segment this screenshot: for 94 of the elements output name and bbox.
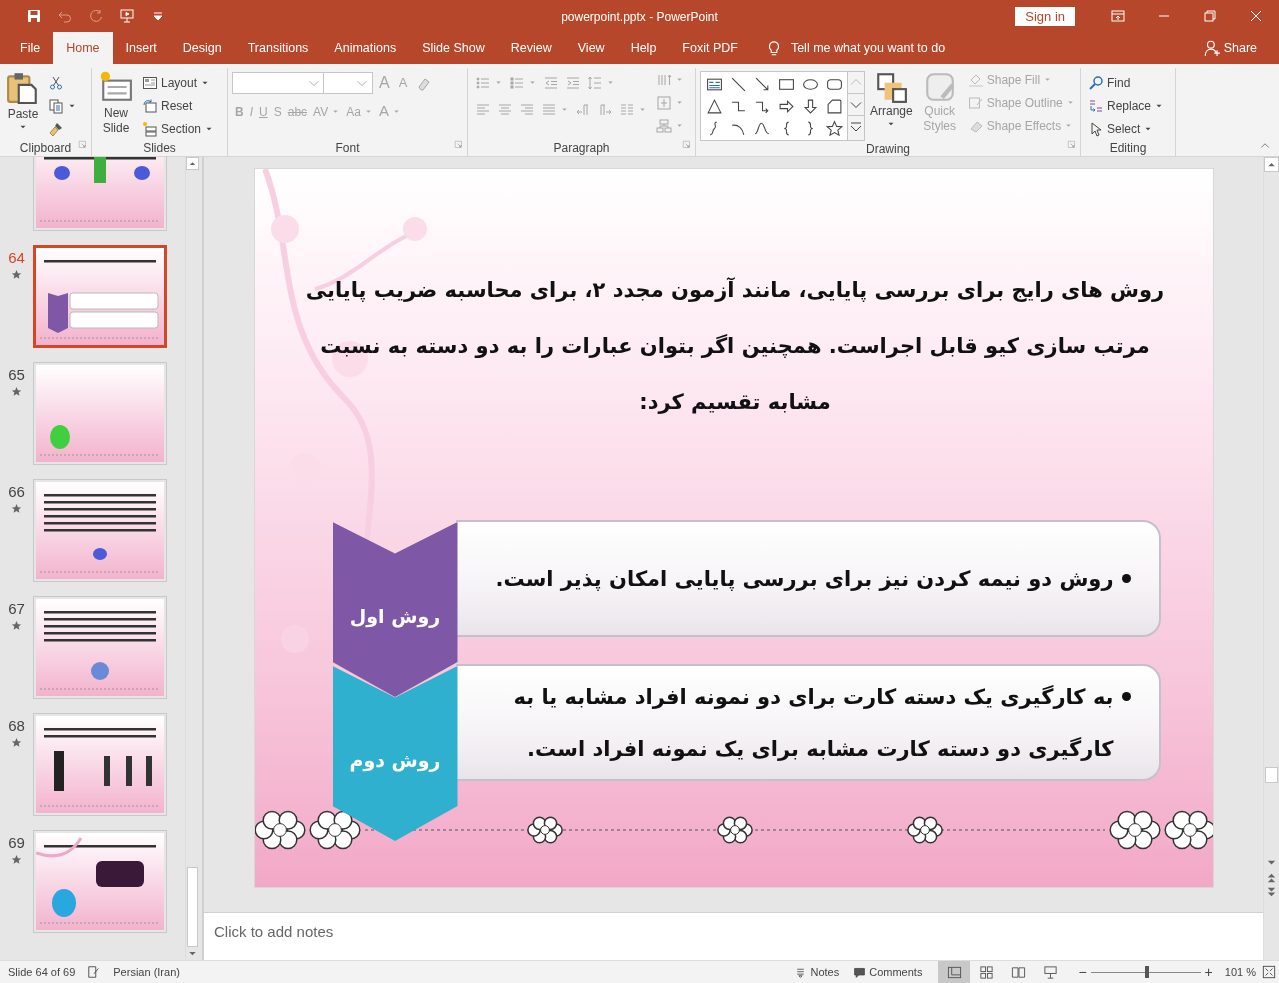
ribbon-tab[interactable]: Home bbox=[53, 32, 113, 64]
slide-sorter-icon bbox=[978, 964, 994, 980]
window-title: powerpoint.pptx - PowerPoint bbox=[561, 9, 718, 26]
notes-field[interactable]: Click to add notes bbox=[204, 912, 1263, 960]
card-shape-icon[interactable] bbox=[825, 97, 843, 115]
slide-option-button[interactable]: Section bbox=[139, 117, 218, 140]
font-size-field[interactable] bbox=[323, 71, 373, 94]
caret-icon bbox=[1064, 121, 1074, 130]
view-button[interactable] bbox=[938, 961, 971, 983]
close-icon[interactable] bbox=[1248, 8, 1264, 24]
share-button[interactable]: Share bbox=[1223, 38, 1257, 58]
language-indicator[interactable]: Persian (Iran) bbox=[113, 963, 180, 981]
sign-in-button[interactable]: Sign in bbox=[1015, 6, 1075, 26]
slide-number: 64 bbox=[8, 250, 25, 266]
zoom-slider-thumb[interactable] bbox=[1144, 966, 1149, 978]
editing-button[interactable]: Select bbox=[1085, 117, 1168, 140]
slide-number: 65 bbox=[8, 367, 25, 383]
step-text: روش دو نیمه کردن نیز برای بررسی پایایی امکان پذیر است. bbox=[495, 565, 1114, 593]
triangle-icon[interactable] bbox=[705, 97, 723, 115]
normal-view-icon bbox=[946, 964, 962, 980]
layout-icon bbox=[142, 74, 158, 91]
arrow-icon[interactable] bbox=[753, 75, 771, 93]
down-arrow-icon[interactable] bbox=[801, 97, 819, 115]
paste-button[interactable]: Paste bbox=[4, 68, 42, 140]
slide-paragraph: روش های رایج برای بررسی پایایی، مانند آزمون مجدد ۲، برای محاسبه ضریب پایایی مرتب سازی کیو قابل اجراست. همچنین اگر بتوان عبارات را به دو دسته به نسبت مشابه تقسیم کرد: bbox=[304, 276, 1166, 416]
replace-icon bbox=[1088, 97, 1104, 114]
fit-to-window-icon[interactable] bbox=[1262, 965, 1276, 979]
copy-icon[interactable] bbox=[48, 97, 64, 114]
cut-icon[interactable] bbox=[48, 74, 64, 91]
star-icon[interactable] bbox=[825, 119, 843, 137]
caret-icon bbox=[363, 107, 373, 116]
ribbon-tab[interactable]: Help bbox=[617, 32, 670, 64]
ribbon-tab[interactable]: Slide Show bbox=[409, 32, 498, 64]
arrange-button[interactable]: Arrange bbox=[868, 68, 915, 141]
editing-button[interactable]: Find bbox=[1085, 71, 1168, 94]
notes-button[interactable]: Notes bbox=[810, 963, 840, 981]
ribbon-tab[interactable]: Design bbox=[169, 32, 235, 64]
group-label: Clipboard bbox=[19, 141, 72, 155]
group-label: Paragraph bbox=[553, 141, 610, 155]
ribbon-tab[interactable]: Foxit PDF bbox=[669, 32, 751, 64]
ribbon-tab[interactable]: Animations bbox=[321, 32, 410, 64]
paste-icon bbox=[6, 70, 40, 104]
ribbon-tab[interactable]: View bbox=[564, 32, 618, 64]
group-label: Editing bbox=[1109, 141, 1147, 155]
format-painter-icon[interactable] bbox=[48, 120, 64, 137]
slideshow-icon bbox=[1042, 964, 1058, 980]
reading-view-icon bbox=[1010, 964, 1026, 980]
scroll-up-icon[interactable] bbox=[1264, 157, 1279, 172]
slide-option-button[interactable]: Reset bbox=[139, 94, 218, 117]
editing-button[interactable]: Replace bbox=[1085, 94, 1168, 117]
slide-counter[interactable]: Slide 64 of 69 bbox=[8, 963, 76, 981]
line-icon[interactable] bbox=[729, 75, 747, 93]
caret-icon bbox=[331, 107, 341, 116]
scrollbar-thumb[interactable] bbox=[1265, 767, 1278, 783]
caret-icon bbox=[391, 107, 401, 116]
zoom-level[interactable]: 101 % bbox=[1224, 963, 1256, 981]
restore-icon[interactable] bbox=[1202, 8, 1218, 24]
ribbon-tab[interactable]: Transitions bbox=[234, 32, 322, 64]
new-slide-icon bbox=[99, 70, 133, 104]
group-label: Slides bbox=[143, 141, 176, 155]
tell-me-field[interactable]: Tell me what you want to do bbox=[790, 38, 946, 58]
person-icon[interactable] bbox=[1202, 39, 1221, 57]
presentation-icon[interactable] bbox=[118, 8, 135, 24]
group-label: Font bbox=[335, 141, 360, 155]
slide-number: 69 bbox=[8, 835, 25, 851]
zoom-in-button[interactable]: + bbox=[1204, 961, 1213, 983]
shape-format-icon bbox=[967, 94, 984, 111]
comments-button[interactable]: Comments bbox=[869, 963, 923, 981]
slide-number: 67 bbox=[8, 601, 25, 617]
ribbon-display-icon[interactable] bbox=[1110, 8, 1126, 24]
slide-option-button[interactable]: Layout bbox=[139, 71, 218, 94]
save-icon[interactable] bbox=[25, 8, 42, 24]
search-icon bbox=[1088, 74, 1104, 91]
arrange-icon bbox=[874, 70, 909, 104]
slide-number: 66 bbox=[8, 484, 25, 500]
ribbon-tab[interactable]: File bbox=[7, 32, 54, 64]
ribbon-tab[interactable]: Review bbox=[497, 32, 565, 64]
cursor-icon bbox=[1088, 120, 1104, 137]
caret-icon bbox=[1065, 98, 1075, 107]
bullet-icon bbox=[1121, 691, 1131, 701]
slide-number: 68 bbox=[8, 718, 25, 734]
scroll-up-icon[interactable] bbox=[186, 157, 199, 170]
caret-icon bbox=[1043, 75, 1053, 84]
group-label: Drawing bbox=[866, 142, 910, 156]
ribbon-tab[interactable]: Insert bbox=[112, 32, 170, 64]
scrollbar-thumb[interactable] bbox=[187, 867, 198, 947]
step-text: به کارگیری یک دسته کارت برای دو نمونه افراد مشابه یا به کارگیری دو دسته کارت مشابه برای یک نمونه افراد است. bbox=[512, 683, 1114, 763]
new-slide-button[interactable]: New Slide bbox=[96, 68, 136, 140]
zoom-out-button[interactable]: − bbox=[1078, 961, 1087, 983]
comments-icon bbox=[853, 965, 867, 979]
right-arrow-icon[interactable] bbox=[777, 97, 795, 115]
reset-icon bbox=[142, 97, 158, 114]
section-icon bbox=[142, 120, 158, 137]
bullet-icon bbox=[1121, 573, 1131, 583]
